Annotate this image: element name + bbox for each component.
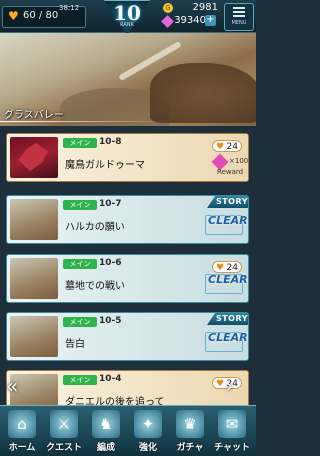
quest-thumbnail — [10, 199, 58, 240]
quest-thumbnail — [10, 137, 58, 178]
quest-tag: メイン — [63, 259, 97, 269]
coin-count: 2981 — [192, 2, 218, 13]
quest-thumbnail — [10, 316, 58, 357]
stamina-cost-value: 24 — [226, 263, 238, 273]
nav-label: 編成 — [96, 443, 115, 453]
nav-gacha-button[interactable]: ♛ ガチャ — [172, 408, 208, 454]
chat-icon: ✉ — [218, 410, 246, 438]
area-banner: グラスバレー — [0, 33, 256, 126]
clear-badge: CLEAR — [208, 331, 248, 344]
quest-title: ハルカの願い — [65, 222, 125, 233]
menu-button[interactable]: MENU — [224, 3, 254, 31]
scroll-right-arrow-icon[interactable]: › — [226, 376, 254, 398]
quest-item-10-6[interactable]: メイン 10-6 墓地での戦い ♥ 24 CLEAR — [6, 254, 249, 303]
boss-monster-icon — [18, 143, 48, 171]
quest-number: 10-7 — [99, 199, 122, 209]
nav-label: クエスト — [45, 443, 82, 453]
bottom-navigation: ⌂ ホーム ⚔ クエスト ♞ 編成 ✦ 強化 ♛ ガチャ ✉ チャット — [0, 405, 256, 456]
enhance-icon: ✦ — [134, 410, 162, 438]
nav-enhance-button[interactable]: ✦ 強化 — [130, 408, 166, 454]
quest-number: 10-5 — [99, 316, 122, 326]
quest-number: 10-4 — [99, 374, 122, 384]
nav-home-button[interactable]: ⌂ ホーム — [4, 408, 40, 454]
reward-count: ×100 — [229, 157, 249, 165]
gacha-icon: ♛ — [176, 410, 204, 438]
heart-icon: ♥ — [216, 142, 225, 152]
nav-label: ホーム — [8, 443, 36, 453]
coin-icon: G — [163, 3, 173, 13]
hamburger-icon — [233, 7, 245, 19]
quest-tag: メイン — [63, 200, 97, 210]
heart-icon: ♥ — [216, 379, 225, 389]
story-badge: STORY — [207, 196, 248, 208]
heart-icon: ♥ — [8, 9, 19, 23]
stamina-cost: ♥ 24 — [212, 140, 242, 152]
gem-count: 39340 — [174, 15, 206, 26]
nav-label: ガチャ — [176, 443, 204, 453]
nav-label: チャット — [214, 443, 250, 453]
quest-tag: メイン — [63, 317, 97, 327]
stamina-timer: 38:12 — [59, 4, 80, 12]
quest-title: 告白 — [65, 339, 85, 350]
area-name: グラスバレー — [4, 110, 64, 121]
home-icon: ⌂ — [8, 410, 36, 438]
quest-thumbnail — [10, 258, 58, 299]
banner-rocks — [150, 63, 256, 123]
clear-badge: CLEAR — [208, 214, 248, 227]
quest-item-10-5[interactable]: メイン 10-5 告白 STORY CLEAR — [6, 312, 249, 361]
formation-icon: ♞ — [92, 410, 120, 438]
quest-tag: メイン — [63, 138, 97, 148]
quest-number: 10-8 — [99, 137, 122, 147]
quest-item-10-7[interactable]: メイン 10-7 ハルカの願い STORY CLEAR — [6, 195, 249, 244]
quest-title: 墓地での戦い — [65, 281, 125, 292]
top-status-bar: ♥ 60 / 80 38:12 10 RANK G 2981 39340 + M… — [0, 0, 256, 35]
nav-quest-button[interactable]: ⚔ クエスト — [46, 408, 82, 454]
nav-formation-button[interactable]: ♞ 編成 — [88, 408, 124, 454]
stamina-cost-value: 24 — [226, 142, 238, 152]
story-badge: STORY — [207, 313, 248, 325]
quest-item-10-8[interactable]: メイン 10-8 魔鳥ガルドゥーマ ♥ 24 ×100 Reward — [6, 133, 249, 182]
reward-count-value: 100 — [234, 157, 249, 165]
stamina-gauge: ♥ 60 / 80 38:12 — [2, 4, 86, 28]
quest-icon: ⚔ — [50, 410, 78, 438]
buy-gems-button[interactable]: + — [205, 15, 216, 26]
nav-label: 強化 — [138, 443, 157, 453]
scroll-left-arrow-icon[interactable]: « — [6, 374, 34, 398]
area-underline — [0, 121, 170, 122]
reward-label: Reward — [217, 168, 244, 176]
stamina-value: 60 / 80 — [23, 10, 59, 21]
clear-badge: CLEAR — [208, 273, 248, 286]
rank-label: RANK — [120, 22, 134, 28]
nav-chat-button[interactable]: ✉ チャット — [214, 408, 250, 454]
quest-tag: メイン — [63, 375, 97, 385]
menu-label: MENU — [231, 20, 247, 26]
quest-number: 10-6 — [99, 258, 122, 268]
quest-title: 魔鳥ガルドゥーマ — [65, 160, 145, 171]
stamina-cost: ♥ 24 — [212, 261, 242, 273]
